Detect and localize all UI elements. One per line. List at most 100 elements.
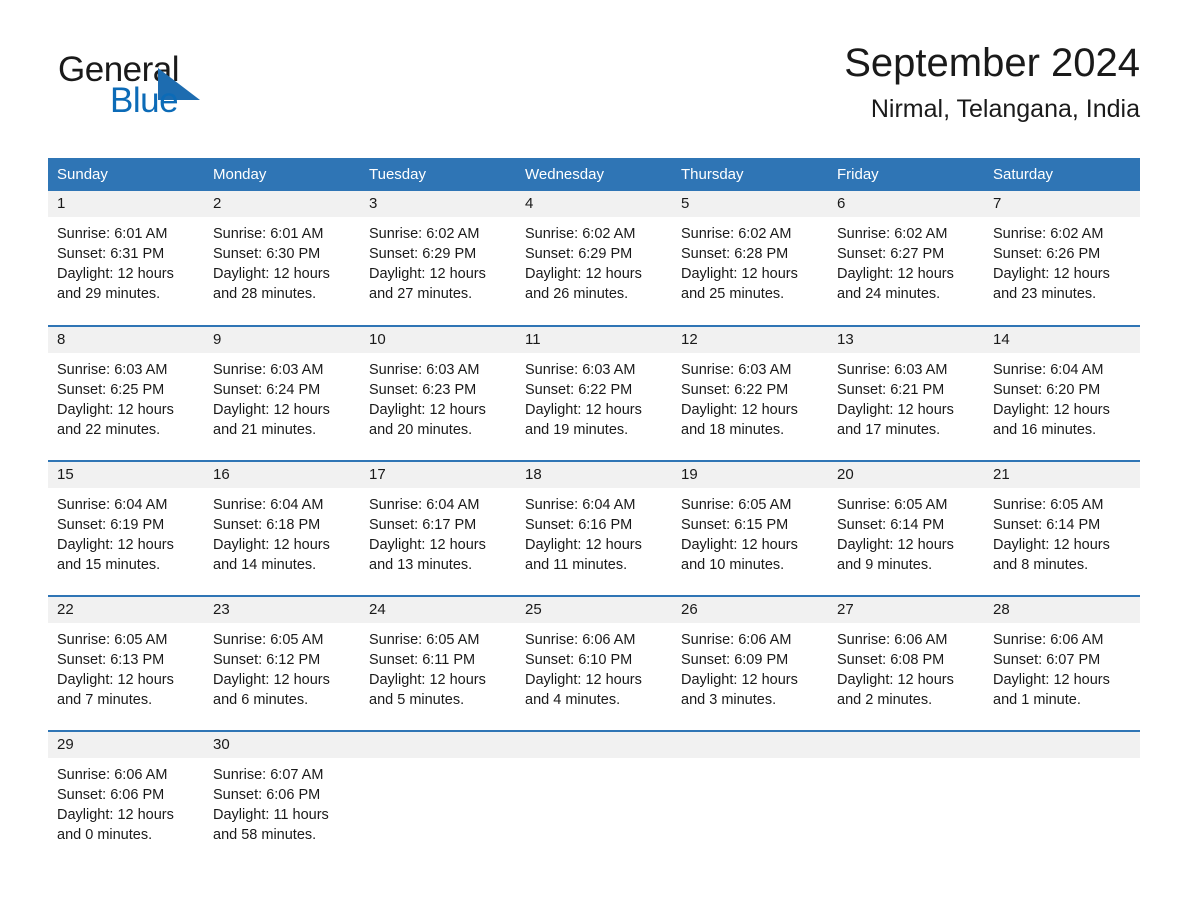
sunset-text: Sunset: 6:14 PM (837, 517, 945, 533)
calendar-day-cell[interactable]: 19 Sunrise: 6:05 AM Sunset: 6:15 PM Dayligh… (672, 460, 828, 596)
calendar-week-row: 8 Sunrise: 6:03 AM Sunset: 6:25 PM Daylight… (48, 325, 1140, 461)
day-number: 15 (48, 462, 204, 488)
day-details: Sunrise: 6:06 AM Sunset: 6:10 PM Daylight:… (516, 623, 672, 710)
sunrise-text: Sunrise: 6:06 AM (525, 632, 636, 648)
generalblue-logo[interactable]: General Blue (58, 52, 258, 132)
day-details: Sunrise: 6:04 AM Sunset: 6:17 PM Daylight:… (360, 488, 516, 575)
day-number (516, 732, 672, 758)
day-details: Sunrise: 6:03 AM Sunset: 6:22 PM Daylight:… (672, 353, 828, 440)
calendar-cell-empty (984, 730, 1140, 866)
daylight-text: Daylight: 12 hours and 27 minutes. (369, 266, 486, 302)
day-details: Sunrise: 6:03 AM Sunset: 6:25 PM Daylight:… (48, 353, 204, 440)
day-details: Sunrise: 6:06 AM Sunset: 6:08 PM Daylight:… (828, 623, 984, 710)
daylight-text: Daylight: 12 hours and 26 minutes. (525, 266, 642, 302)
day-number: 20 (828, 462, 984, 488)
day-number: 6 (828, 191, 984, 217)
day-number: 8 (48, 327, 204, 353)
sunrise-text: Sunrise: 6:02 AM (369, 226, 480, 242)
calendar-day-cell[interactable]: 2 Sunrise: 6:01 AM Sunset: 6:30 PM Daylight… (204, 191, 360, 326)
day-number: 24 (360, 597, 516, 623)
calendar-week-row: 29 Sunrise: 6:06 AM Sunset: 6:06 PM Dayligh… (48, 730, 1140, 866)
calendar-day-cell[interactable]: 13 Sunrise: 6:03 AM Sunset: 6:21 PM Dayligh… (828, 325, 984, 461)
sunset-text: Sunset: 6:26 PM (993, 246, 1101, 262)
day-number: 3 (360, 191, 516, 217)
sunset-text: Sunset: 6:22 PM (525, 382, 633, 398)
sunrise-text: Sunrise: 6:04 AM (369, 497, 480, 513)
weekday-header-row: Sunday Monday Tuesday Wednesday Thursday… (48, 158, 1140, 191)
calendar-day-cell[interactable]: 16 Sunrise: 6:04 AM Sunset: 6:18 PM Dayligh… (204, 460, 360, 596)
daylight-text: Daylight: 12 hours and 23 minutes. (993, 266, 1110, 302)
daylight-text: Daylight: 12 hours and 11 minutes. (525, 537, 642, 573)
calendar-day-cell[interactable]: 3 Sunrise: 6:02 AM Sunset: 6:29 PM Daylight… (360, 191, 516, 326)
day-details: Sunrise: 6:02 AM Sunset: 6:28 PM Daylight:… (672, 217, 828, 304)
sunrise-text: Sunrise: 6:06 AM (837, 632, 948, 648)
calendar-day-cell[interactable]: 6 Sunrise: 6:02 AM Sunset: 6:27 PM Daylight… (828, 191, 984, 326)
day-number: 13 (828, 327, 984, 353)
day-details: Sunrise: 6:05 AM Sunset: 6:12 PM Daylight:… (204, 623, 360, 710)
day-number (360, 732, 516, 758)
calendar-day-cell[interactable]: 12 Sunrise: 6:03 AM Sunset: 6:22 PM Dayligh… (672, 325, 828, 461)
calendar-day-cell[interactable]: 18 Sunrise: 6:04 AM Sunset: 6:16 PM Dayligh… (516, 460, 672, 596)
calendar-day-cell[interactable]: 20 Sunrise: 6:05 AM Sunset: 6:14 PM Dayligh… (828, 460, 984, 596)
sunset-text: Sunset: 6:16 PM (525, 517, 633, 533)
calendar-day-cell[interactable]: 15 Sunrise: 6:04 AM Sunset: 6:19 PM Dayligh… (48, 460, 204, 596)
weekday-header-saturday: Saturday (984, 158, 1140, 191)
sunset-text: Sunset: 6:30 PM (213, 246, 321, 262)
daylight-text: Daylight: 12 hours and 28 minutes. (213, 266, 330, 302)
calendar-cell-empty (516, 730, 672, 866)
sunrise-text: Sunrise: 6:06 AM (57, 767, 168, 783)
sunrise-text: Sunrise: 6:01 AM (213, 226, 324, 242)
calendar-day-cell[interactable]: 24 Sunrise: 6:05 AM Sunset: 6:11 PM Dayligh… (360, 595, 516, 731)
sunrise-text: Sunrise: 6:05 AM (369, 632, 480, 648)
sunrise-text: Sunrise: 6:03 AM (57, 362, 168, 378)
day-number: 18 (516, 462, 672, 488)
sunset-text: Sunset: 6:21 PM (837, 382, 945, 398)
weekday-header-thursday: Thursday (672, 158, 828, 191)
calendar-day-cell[interactable]: 9 Sunrise: 6:03 AM Sunset: 6:24 PM Daylight… (204, 325, 360, 461)
daylight-text: Daylight: 12 hours and 25 minutes. (681, 266, 798, 302)
calendar-day-cell[interactable]: 29 Sunrise: 6:06 AM Sunset: 6:06 PM Dayligh… (48, 730, 204, 866)
calendar-day-cell[interactable]: 5 Sunrise: 6:02 AM Sunset: 6:28 PM Daylight… (672, 191, 828, 326)
day-details: Sunrise: 6:05 AM Sunset: 6:14 PM Daylight:… (984, 488, 1140, 575)
calendar-day-cell[interactable]: 21 Sunrise: 6:05 AM Sunset: 6:14 PM Dayligh… (984, 460, 1140, 596)
day-number: 17 (360, 462, 516, 488)
calendar-day-cell[interactable]: 14 Sunrise: 6:04 AM Sunset: 6:20 PM Dayligh… (984, 325, 1140, 461)
calendar-day-cell[interactable]: 26 Sunrise: 6:06 AM Sunset: 6:09 PM Dayligh… (672, 595, 828, 731)
sunrise-sunset-calendar: Sunday Monday Tuesday Wednesday Thursday… (48, 158, 1140, 866)
sunset-text: Sunset: 6:18 PM (213, 517, 321, 533)
weekday-header-sunday: Sunday (48, 158, 204, 191)
sunrise-text: Sunrise: 6:03 AM (369, 362, 480, 378)
calendar-day-cell[interactable]: 8 Sunrise: 6:03 AM Sunset: 6:25 PM Daylight… (48, 325, 204, 461)
calendar-day-cell[interactable]: 1 Sunrise: 6:01 AM Sunset: 6:31 PM Daylight… (48, 191, 204, 326)
day-number: 28 (984, 597, 1140, 623)
calendar-cell-empty (828, 730, 984, 866)
day-details: Sunrise: 6:07 AM Sunset: 6:06 PM Daylight:… (204, 758, 360, 845)
calendar-day-cell[interactable]: 17 Sunrise: 6:04 AM Sunset: 6:17 PM Dayligh… (360, 460, 516, 596)
calendar-day-cell[interactable]: 25 Sunrise: 6:06 AM Sunset: 6:10 PM Dayligh… (516, 595, 672, 731)
daylight-text: Daylight: 12 hours and 16 minutes. (993, 402, 1110, 438)
sunset-text: Sunset: 6:29 PM (525, 246, 633, 262)
day-details: Sunrise: 6:04 AM Sunset: 6:16 PM Daylight:… (516, 488, 672, 575)
calendar-day-cell[interactable]: 11 Sunrise: 6:03 AM Sunset: 6:22 PM Dayligh… (516, 325, 672, 461)
calendar-week-row: 15 Sunrise: 6:04 AM Sunset: 6:19 PM Dayligh… (48, 460, 1140, 596)
calendar-day-cell[interactable]: 22 Sunrise: 6:05 AM Sunset: 6:13 PM Dayligh… (48, 595, 204, 731)
calendar-day-cell[interactable]: 27 Sunrise: 6:06 AM Sunset: 6:08 PM Dayligh… (828, 595, 984, 731)
day-number (984, 732, 1140, 758)
day-number: 7 (984, 191, 1140, 217)
page-title: September 2024 (844, 41, 1140, 85)
calendar-day-cell[interactable]: 28 Sunrise: 6:06 AM Sunset: 6:07 PM Dayligh… (984, 595, 1140, 731)
calendar-day-cell[interactable]: 23 Sunrise: 6:05 AM Sunset: 6:12 PM Dayligh… (204, 595, 360, 731)
daylight-text: Daylight: 12 hours and 13 minutes. (369, 537, 486, 573)
sunrise-text: Sunrise: 6:05 AM (837, 497, 948, 513)
calendar-day-cell[interactable]: 7 Sunrise: 6:02 AM Sunset: 6:26 PM Daylight… (984, 191, 1140, 326)
calendar-day-cell[interactable]: 30 Sunrise: 6:07 AM Sunset: 6:06 PM Dayligh… (204, 730, 360, 866)
calendar-day-cell[interactable]: 10 Sunrise: 6:03 AM Sunset: 6:23 PM Dayligh… (360, 325, 516, 461)
daylight-text: Daylight: 12 hours and 21 minutes. (213, 402, 330, 438)
day-details: Sunrise: 6:06 AM Sunset: 6:06 PM Daylight:… (48, 758, 204, 845)
sunrise-text: Sunrise: 6:03 AM (525, 362, 636, 378)
day-details: Sunrise: 6:03 AM Sunset: 6:23 PM Daylight:… (360, 353, 516, 440)
sunrise-text: Sunrise: 6:04 AM (525, 497, 636, 513)
calendar-page: General Blue September 2024 Nirmal, Tela… (0, 0, 1188, 918)
daylight-text: Daylight: 12 hours and 6 minutes. (213, 672, 330, 708)
calendar-day-cell[interactable]: 4 Sunrise: 6:02 AM Sunset: 6:29 PM Daylight… (516, 191, 672, 326)
